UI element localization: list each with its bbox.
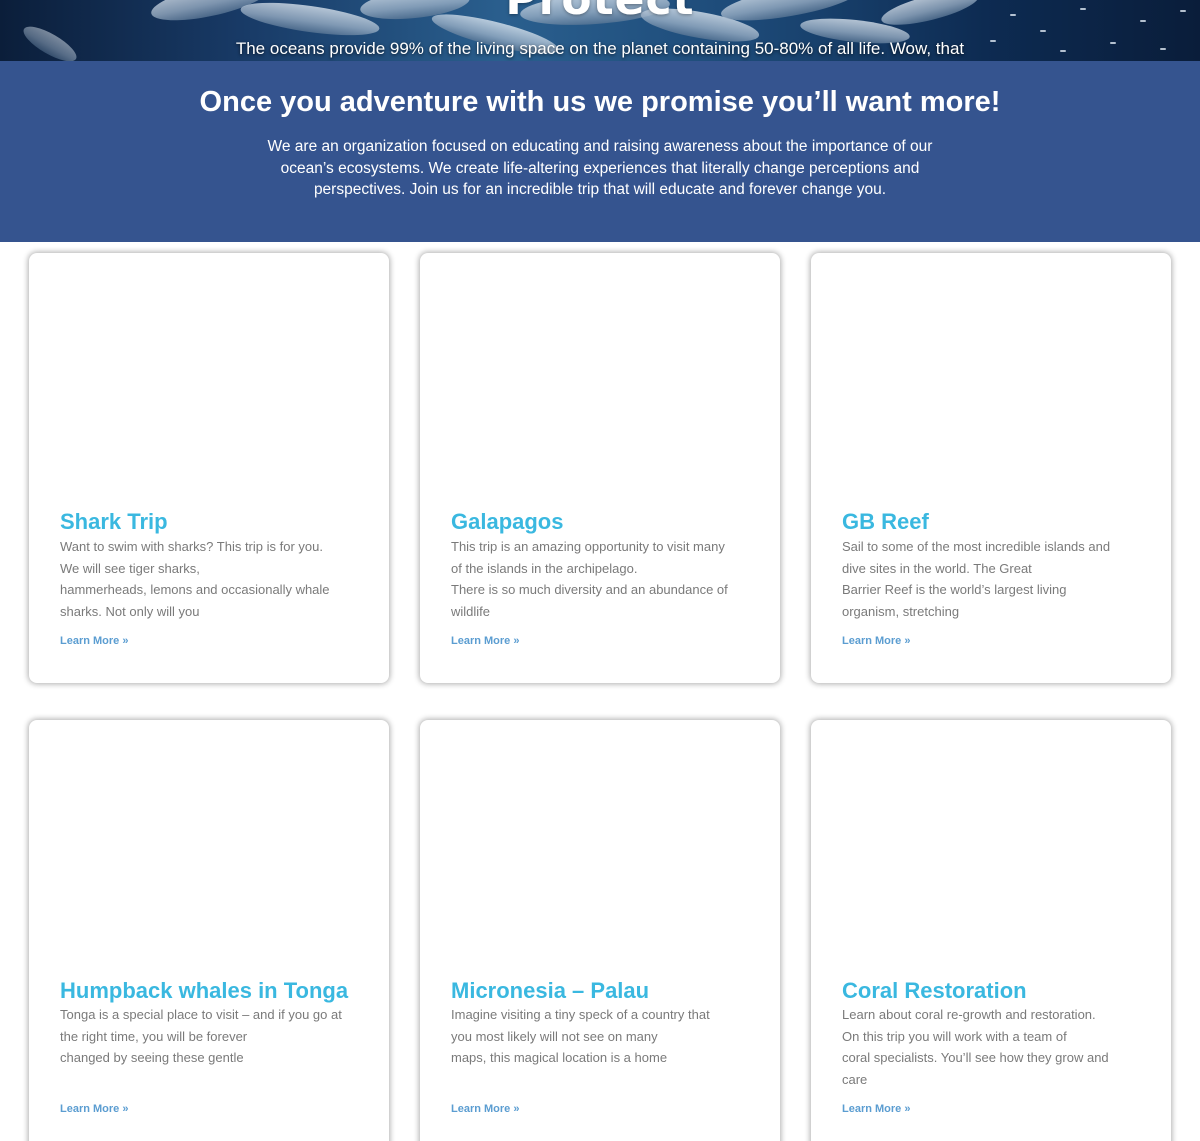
card-title[interactable]: Galapagos [451, 509, 563, 535]
card-excerpt: This trip is an amazing opportunity to v… [451, 539, 728, 619]
hero-subtitle: The oceans provide 99% of the living spa… [235, 39, 965, 58]
card-title[interactable]: GB Reef [842, 509, 929, 535]
trip-card-humpback-whales-tonga[interactable]: Humpback whales in Tonga Tonga is a spec… [29, 720, 389, 1141]
card-title[interactable]: Humpback whales in Tonga [60, 978, 348, 1004]
trip-card-shark-trip[interactable]: Shark Trip Want to swim with sharks? Thi… [29, 253, 389, 683]
card-excerpt: Want to swim with sharks? This trip is f… [60, 539, 330, 619]
card-title[interactable]: Shark Trip [60, 509, 168, 535]
card-image [420, 253, 780, 503]
card-excerpt: Learn about coral re-growth and restorat… [842, 1007, 1109, 1087]
intro-band: Once you adventure with us we promise yo… [0, 61, 1200, 242]
learn-more-link[interactable]: Learn More » [451, 1103, 519, 1115]
card-image [29, 253, 389, 503]
card-image [811, 720, 1171, 970]
card-excerpt: Sail to some of the most incredible isla… [842, 539, 1111, 619]
card-image [811, 253, 1171, 503]
intro-text: We are an organization focused on educat… [267, 138, 933, 198]
hero-title: Protect [0, 0, 1200, 25]
learn-more-link[interactable]: Learn More » [451, 635, 519, 647]
card-title[interactable]: Micronesia – Palau [451, 978, 649, 1004]
card-excerpt: Imagine visiting a tiny speck of a count… [451, 1007, 710, 1065]
trip-card-galapagos[interactable]: Galapagos This trip is an amazing opport… [420, 253, 780, 683]
trip-card-micronesia-palau[interactable]: Micronesia – Palau Imagine visiting a ti… [420, 720, 780, 1141]
card-title[interactable]: Coral Restoration [842, 978, 1027, 1004]
learn-more-link[interactable]: Learn More » [60, 1103, 128, 1115]
trip-card-gb-reef[interactable]: GB Reef Sail to some of the most incredi… [811, 253, 1171, 683]
hero-banner: Protect The oceans provide 99% of the li… [0, 0, 1200, 61]
intro-heading: Once you adventure with us we promise yo… [199, 86, 1001, 118]
learn-more-link[interactable]: Learn More » [60, 635, 128, 647]
learn-more-link[interactable]: Learn More » [842, 635, 910, 647]
card-image [29, 720, 389, 970]
trip-card-coral-restoration[interactable]: Coral Restoration Learn about coral re-g… [811, 720, 1171, 1141]
learn-more-link[interactable]: Learn More » [842, 1103, 910, 1115]
card-image [420, 720, 780, 970]
card-excerpt: Tonga is a special place to visit – and … [60, 1007, 342, 1065]
